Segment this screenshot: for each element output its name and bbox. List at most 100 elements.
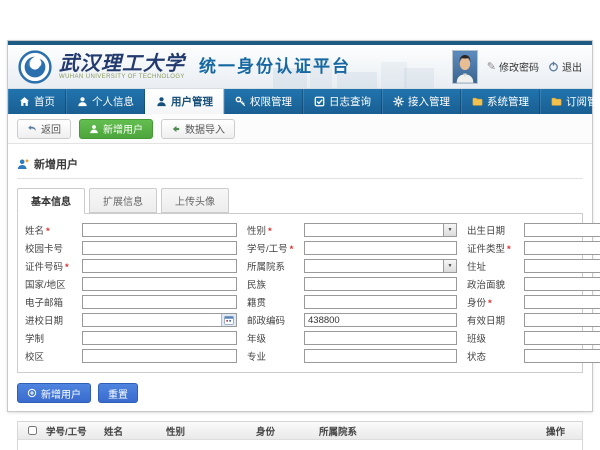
log-icon [314,96,325,107]
nav-item-3[interactable]: 权限管理 [224,89,303,114]
identity-input[interactable] [525,296,600,308]
back-button[interactable]: 返回 [17,119,71,139]
form-field-identity: 身份* [467,295,600,309]
form-field-address: 住址 [467,259,600,273]
field-label: 住址 [467,259,524,273]
form-field-enroll-date: 进校日期 [25,313,237,327]
tab-extended-info[interactable]: 扩展信息 [89,188,157,213]
nav-item-0[interactable]: 首页 [8,89,66,114]
enroll-date-calendar-button[interactable] [221,314,236,326]
required-asterisk: * [46,226,50,237]
tab-basic-info[interactable]: 基本信息 [17,188,85,214]
form-field-status: 状态 [467,349,600,363]
political-status-input[interactable] [525,278,600,290]
required-asterisk: * [507,244,511,255]
form-field-country: 国家/地区 [25,277,237,291]
nav-item-label: 接入管理 [408,94,450,109]
tab-upload-avatar[interactable]: 上传头像 [161,188,229,213]
data-import-label: 数据导入 [185,121,225,136]
nav-item-6[interactable]: 系统管理 [461,89,540,114]
nav-item-1[interactable]: 个人信息 [66,89,145,114]
form-field-class: 班级 [467,331,600,345]
data-import-button[interactable]: 数据导入 [161,119,235,139]
change-password-label: 修改密码 [499,59,539,74]
status-input[interactable] [525,350,600,362]
nav-item-label: 订阅管理 [566,94,600,109]
name-input[interactable] [83,224,236,236]
form-field-gender: 性别* ▼ [247,223,457,237]
field-label: 有效日期 [467,313,524,327]
postal-code-input[interactable] [305,314,456,326]
field-label: 年级 [247,331,304,345]
grade-input[interactable] [305,332,456,344]
country-input[interactable] [83,278,236,290]
nav-item-5[interactable]: 接入管理 [382,89,461,114]
field-label: 学制 [25,331,82,345]
form-field-native-place: 籍贯 [247,295,457,309]
email-input[interactable] [83,296,236,308]
valid-date-date-input[interactable] [525,314,600,326]
gender-select[interactable] [305,224,443,236]
app-window: 武汉理工大学 WUHAN UNIVERSITY OF TECHNOLOGY 统一… [7,40,593,412]
native-place-input[interactable] [305,296,456,308]
id-number-input[interactable] [83,260,236,272]
schooling-length-input[interactable] [83,332,236,344]
undo-arrow-icon [27,124,37,134]
nav-item-2[interactable]: 用户管理 [145,89,224,114]
toolbar-new-user-button[interactable]: 新增用户 [79,119,153,139]
class-input[interactable] [525,332,600,344]
form-field-campus-card: 校园卡号 [25,241,237,255]
submit-new-user-label: 新增用户 [41,386,81,401]
student-id-input[interactable] [305,242,456,254]
chevron-down-icon[interactable]: ▼ [443,260,456,272]
reset-button[interactable]: 重置 [98,383,138,403]
nav-item-label: 日志查询 [329,94,371,109]
form-field-id-number: 证件号码* [25,259,237,273]
field-label: 籍贯 [247,295,304,309]
table-column-header-3: 身份 [252,424,315,438]
platform-title: 统一身份认证平台 [199,52,351,77]
nav-item-7[interactable]: 订阅管理 [540,89,600,114]
table-column-header-1: 姓名 [100,424,162,438]
user-icon [156,96,167,107]
add-user-icon [89,124,99,134]
enroll-date-date-input[interactable] [83,314,221,326]
user-icon [77,96,88,107]
university-name: 武汉理工大学 [59,53,185,73]
field-label: 民族 [247,277,304,291]
user-avatar [452,50,478,84]
chevron-down-icon[interactable]: ▼ [443,224,456,236]
department-select[interactable] [305,260,443,272]
empty-table-row [18,440,582,450]
field-label: 班级 [467,331,524,345]
address-input[interactable] [525,260,600,272]
table-column-header-0: 学号/工号 [42,424,100,438]
new-user-form: 姓名*性别*▼出生日期校园卡号学号/工号*证件类型*证件号码*所属院系▼住址国家… [17,213,583,373]
left-arrow-icon [171,124,181,134]
major-input[interactable] [305,350,456,362]
home-icon [19,96,30,107]
field-label: 性别* [247,223,304,237]
form-field-name: 姓名* [25,223,237,237]
form-field-department: 所属院系▼ [247,259,457,273]
back-label: 返回 [41,121,61,136]
nav-item-4[interactable]: 日志查询 [303,89,382,114]
ethnicity-input[interactable] [305,278,456,290]
folder-icon [472,96,483,107]
submit-new-user-button[interactable]: 新增用户 [17,383,91,403]
change-password-link[interactable]: ✎ 修改密码 [487,59,539,74]
form-tabs: 基本信息 扩展信息 上传头像 [17,188,583,213]
logout-link[interactable]: 退出 [548,59,582,74]
required-asterisk: * [268,226,272,237]
required-asterisk: * [290,244,294,255]
form-field-political-status: 政治面貌 [467,277,600,291]
id-type-input[interactable] [525,242,600,254]
campus-input[interactable] [83,350,236,362]
birth-date-date-input[interactable] [525,224,600,236]
nav-item-label: 系统管理 [487,94,529,109]
campus-card-input[interactable] [83,242,236,254]
field-label: 证件号码* [25,259,82,273]
form-field-major: 专业 [247,349,457,363]
select-all-checkbox[interactable] [28,426,37,435]
table-column-header-2: 性别 [162,424,252,438]
